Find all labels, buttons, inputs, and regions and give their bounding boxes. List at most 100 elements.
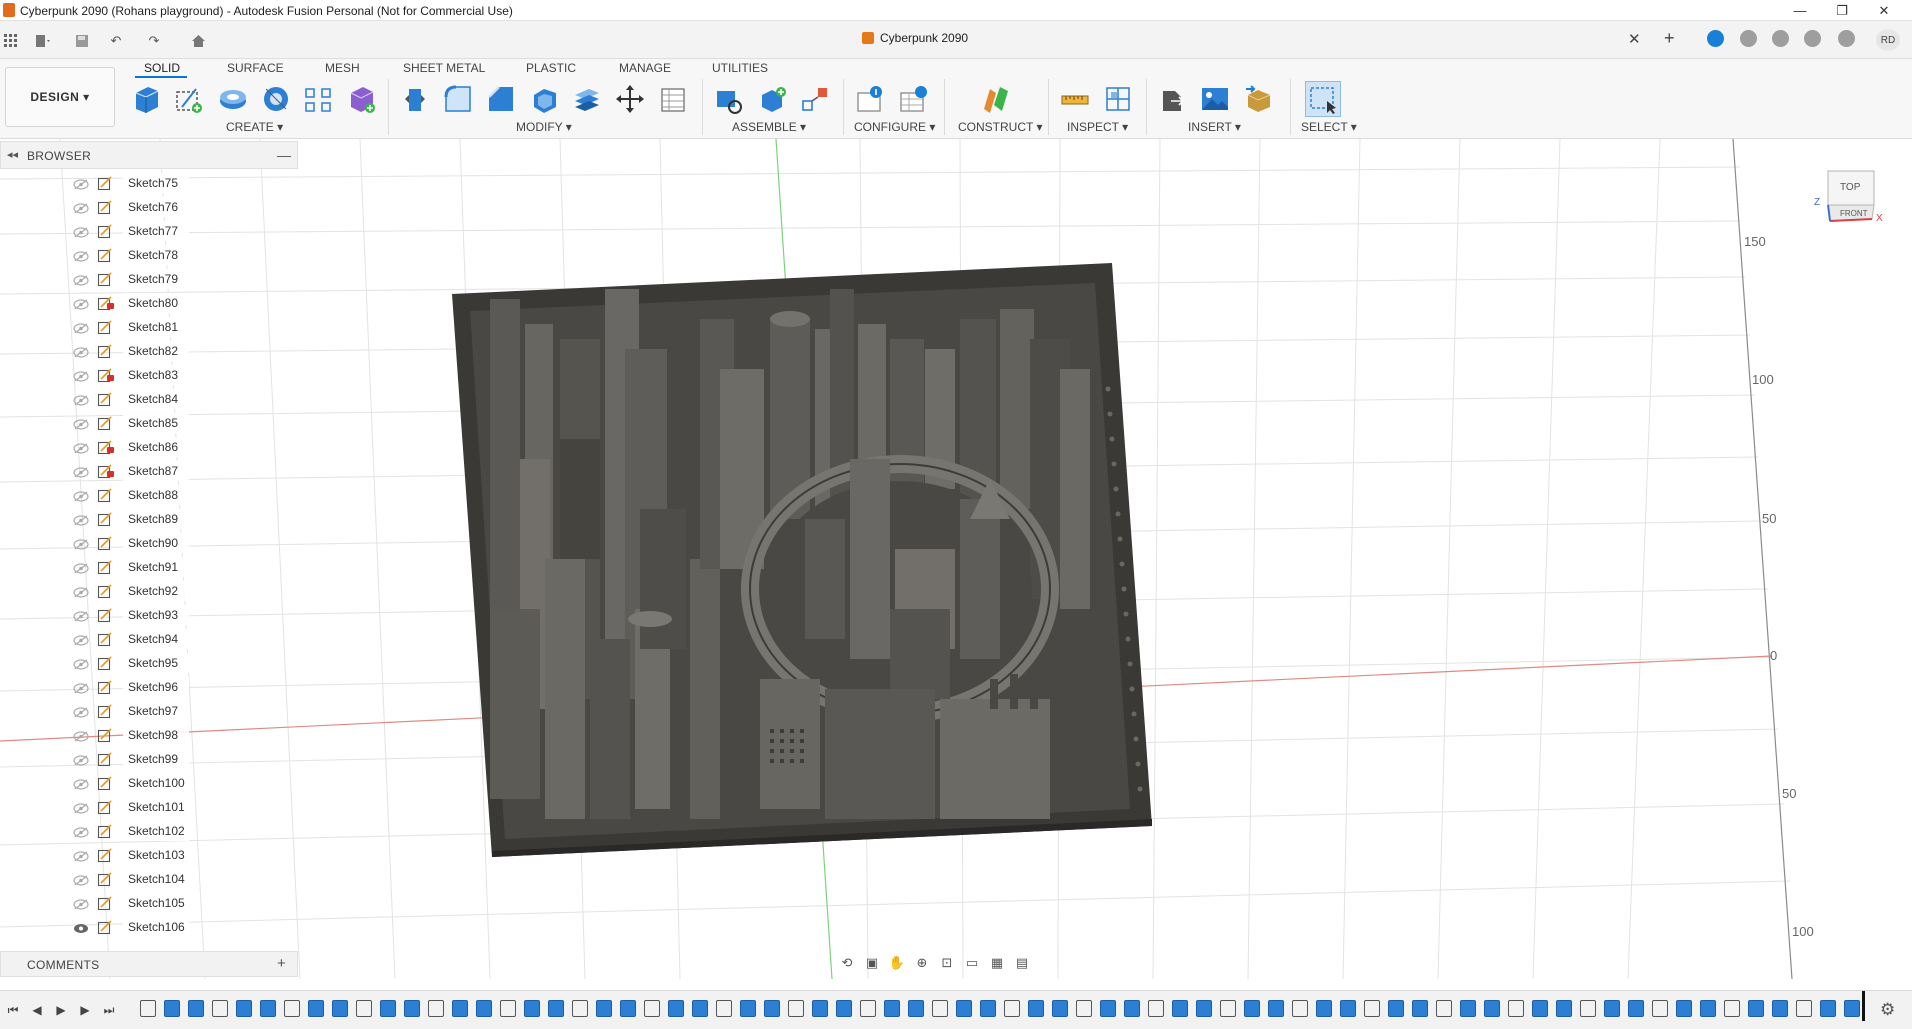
timeline-extrude-icon[interactable] — [332, 1000, 348, 1017]
close-window-icon[interactable]: ✕ — [1864, 0, 1904, 21]
timeline-extrude-icon[interactable] — [764, 1000, 780, 1017]
grid-snaps-icon[interactable]: ▦ — [986, 952, 1008, 974]
orbit-icon[interactable]: ⟲ — [836, 952, 858, 974]
pan-icon[interactable]: ✋ — [886, 952, 908, 974]
sketch-label[interactable]: Sketch82 — [128, 344, 178, 358]
sketch-label[interactable]: Sketch104 — [128, 872, 185, 886]
timeline-extrude-icon[interactable] — [164, 1000, 180, 1017]
timeline-sketch-icon[interactable] — [212, 1000, 228, 1017]
timeline-extrude-icon[interactable] — [1820, 1000, 1836, 1017]
city-model[interactable] — [452, 263, 1152, 857]
timeline-sketch-icon[interactable] — [1652, 1000, 1668, 1017]
sketch-label[interactable]: Sketch75 — [128, 176, 178, 190]
timeline-settings-icon[interactable]: ⚙ — [1880, 1000, 1895, 1020]
eye-hidden-icon[interactable] — [73, 849, 89, 862]
sketch-label[interactable]: Sketch84 — [128, 392, 178, 406]
notifications-icon[interactable] — [1804, 30, 1821, 47]
add-comment-icon[interactable]: + — [277, 955, 286, 972]
viewports-icon[interactable]: ▤ — [1011, 952, 1033, 974]
insert-canvas-icon[interactable] — [1197, 81, 1233, 117]
browser-sketch-row[interactable]: Sketch105 — [0, 891, 300, 915]
timeline-sketch-icon[interactable] — [140, 1000, 156, 1017]
timeline-extrude-icon[interactable] — [1844, 1000, 1860, 1017]
timeline-sketch-icon[interactable] — [500, 1000, 516, 1017]
sketch-label[interactable]: Sketch89 — [128, 512, 178, 526]
sketch-label[interactable]: Sketch106 — [128, 920, 185, 934]
timeline-extrude-icon[interactable] — [1628, 1000, 1644, 1017]
browser-sketch-row[interactable]: Sketch82 — [0, 339, 300, 363]
sketch-label[interactable]: Sketch105 — [128, 896, 185, 910]
tab-utilities[interactable]: UTILITIES — [712, 59, 768, 75]
eye-hidden-icon[interactable] — [73, 297, 89, 310]
sketch-label[interactable]: Sketch99 — [128, 752, 178, 766]
timeline-extrude-icon[interactable] — [908, 1000, 924, 1017]
timeline-extrude-icon[interactable] — [1100, 1000, 1116, 1017]
eye-hidden-icon[interactable] — [73, 537, 89, 550]
timeline-extrude-icon[interactable] — [956, 1000, 972, 1017]
select-group-label[interactable]: SELECT ▾ — [1301, 120, 1357, 134]
sketch-label[interactable]: Sketch87 — [128, 464, 178, 478]
inspect-group-label[interactable]: INSPECT ▾ — [1067, 120, 1128, 134]
browser-sketch-row[interactable]: Sketch83 — [0, 363, 300, 387]
browser-sketch-row[interactable]: Sketch92 — [0, 579, 300, 603]
app-grid-icon[interactable] — [3, 33, 19, 49]
eye-hidden-icon[interactable] — [73, 633, 89, 646]
eye-hidden-icon[interactable] — [73, 393, 89, 406]
timeline-play-icon[interactable]: ▶ — [52, 1001, 70, 1019]
tab-sheet-metal[interactable]: SHEET METAL — [403, 59, 485, 75]
create-form-icon[interactable] — [343, 81, 379, 117]
timeline-marker[interactable] — [1862, 991, 1865, 1021]
configure-design-icon[interactable] — [852, 81, 888, 117]
sketch-label[interactable]: Sketch95 — [128, 656, 178, 670]
timeline-sketch-icon[interactable] — [644, 1000, 660, 1017]
section-analysis-icon[interactable] — [1100, 81, 1136, 117]
zoom-icon[interactable]: ⊕ — [911, 952, 933, 974]
browser-sketch-row[interactable]: Sketch104 — [0, 867, 300, 891]
look-at-icon[interactable]: ▣ — [861, 952, 883, 974]
timeline-extrude-icon[interactable] — [812, 1000, 828, 1017]
eye-hidden-icon[interactable] — [73, 801, 89, 814]
change-parameters-icon[interactable] — [655, 81, 691, 117]
sketch-label[interactable]: Sketch101 — [128, 800, 185, 814]
minimize-browser-icon[interactable]: — — [277, 147, 291, 163]
browser-sketch-row[interactable]: Sketch106 — [0, 915, 300, 939]
timeline-sketch-icon[interactable] — [1580, 1000, 1596, 1017]
timeline-sketch-icon[interactable] — [1148, 1000, 1164, 1017]
timeline-extrude-icon[interactable] — [188, 1000, 204, 1017]
construct-group-label[interactable]: CONSTRUCT ▾ — [958, 120, 1042, 134]
tab-plastic[interactable]: PLASTIC — [526, 59, 576, 75]
timeline-extrude-icon[interactable] — [404, 1000, 420, 1017]
sketch-label[interactable]: Sketch98 — [128, 728, 178, 742]
timeline-extrude-icon[interactable] — [1484, 1000, 1500, 1017]
sketch-label[interactable]: Sketch88 — [128, 488, 178, 502]
browser-sketch-row[interactable]: Sketch75 — [0, 171, 300, 195]
sketch-label[interactable]: Sketch81 — [128, 320, 178, 334]
timeline-extrude-icon[interactable] — [692, 1000, 708, 1017]
undo-icon[interactable]: ↶ — [108, 33, 124, 49]
browser-sketch-row[interactable]: Sketch80 — [0, 291, 300, 315]
sketch-label[interactable]: Sketch91 — [128, 560, 178, 574]
eye-hidden-icon[interactable] — [73, 177, 89, 190]
timeline-extrude-icon[interactable] — [524, 1000, 540, 1017]
sketch-label[interactable]: Sketch94 — [128, 632, 178, 646]
timeline-extrude-icon[interactable] — [1748, 1000, 1764, 1017]
timeline-extrude-icon[interactable] — [260, 1000, 276, 1017]
combine-icon[interactable] — [569, 81, 605, 117]
browser-sketch-row[interactable]: Sketch79 — [0, 267, 300, 291]
sketch-label[interactable]: Sketch83 — [128, 368, 178, 382]
timeline-sketch-icon[interactable] — [788, 1000, 804, 1017]
tab-solid[interactable]: SOLID — [144, 59, 180, 75]
timeline-extrude-icon[interactable] — [1388, 1000, 1404, 1017]
timeline-sketch-icon[interactable] — [1076, 1000, 1092, 1017]
sketch-label[interactable]: Sketch102 — [128, 824, 185, 838]
timeline-extrude-icon[interactable] — [620, 1000, 636, 1017]
timeline-extrude-icon[interactable] — [1340, 1000, 1356, 1017]
browser-sketch-row[interactable]: Sketch88 — [0, 483, 300, 507]
online-status-icon[interactable] — [1772, 30, 1789, 47]
configuration-table-icon[interactable] — [895, 81, 931, 117]
browser-header[interactable]: ◂◂ BROWSER — — [0, 141, 298, 169]
timeline-extrude-icon[interactable] — [548, 1000, 564, 1017]
eye-hidden-icon[interactable] — [73, 321, 89, 334]
timeline-end-icon[interactable]: ⏭ — [100, 1001, 118, 1019]
eye-hidden-icon[interactable] — [73, 705, 89, 718]
